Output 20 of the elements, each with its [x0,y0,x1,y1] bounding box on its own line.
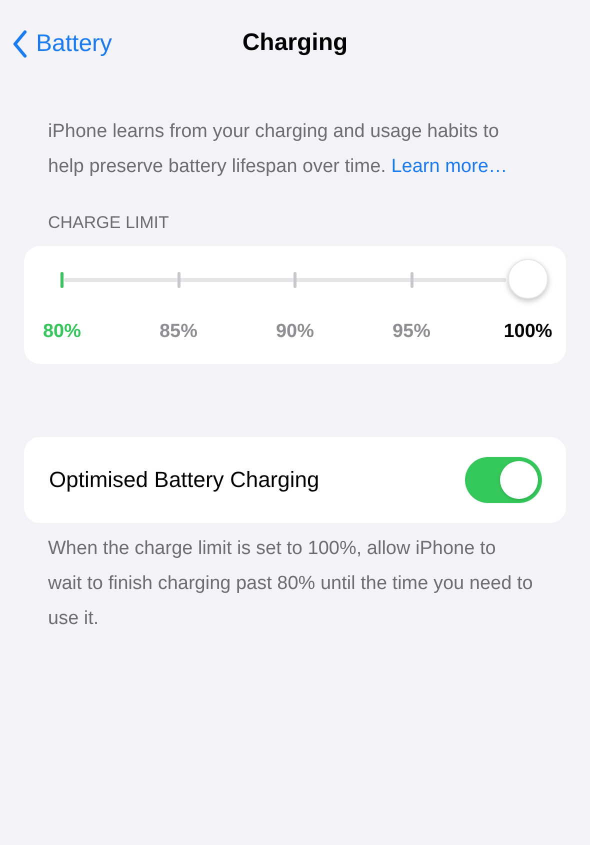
back-button[interactable]: Battery [12,26,112,62]
footer-text: When the charge limit is set to 100%, allow iPhone to wait to finish charging past 80% until the time you need to use it. [48,536,534,630]
tick-mark [294,272,296,288]
toggle-switch[interactable] [465,456,542,502]
tick-mark [177,272,180,288]
stop-label[interactable]: 95% [392,318,431,346]
stop-label[interactable]: 100% [504,318,552,346]
page-title: Charging [242,28,348,58]
learn-more-link[interactable]: Learn more… [391,156,508,177]
stop-label[interactable]: 90% [276,318,314,346]
row-label: Optimised Battery Charging [49,466,320,494]
tick-mark [410,272,413,288]
stop-label[interactable]: 85% [159,318,198,346]
toggle-knob [500,460,538,498]
slider-thumb[interactable] [508,258,548,298]
tick-mark [60,272,64,288]
stop-label[interactable]: 80% [42,318,82,346]
back-chevron-icon [12,30,28,58]
section-header: CHARGE LIMIT [48,212,170,234]
description-text: iPhone learns from your charging and usage habits to help preserve battery lifespan over time. Learn more… [48,120,508,179]
